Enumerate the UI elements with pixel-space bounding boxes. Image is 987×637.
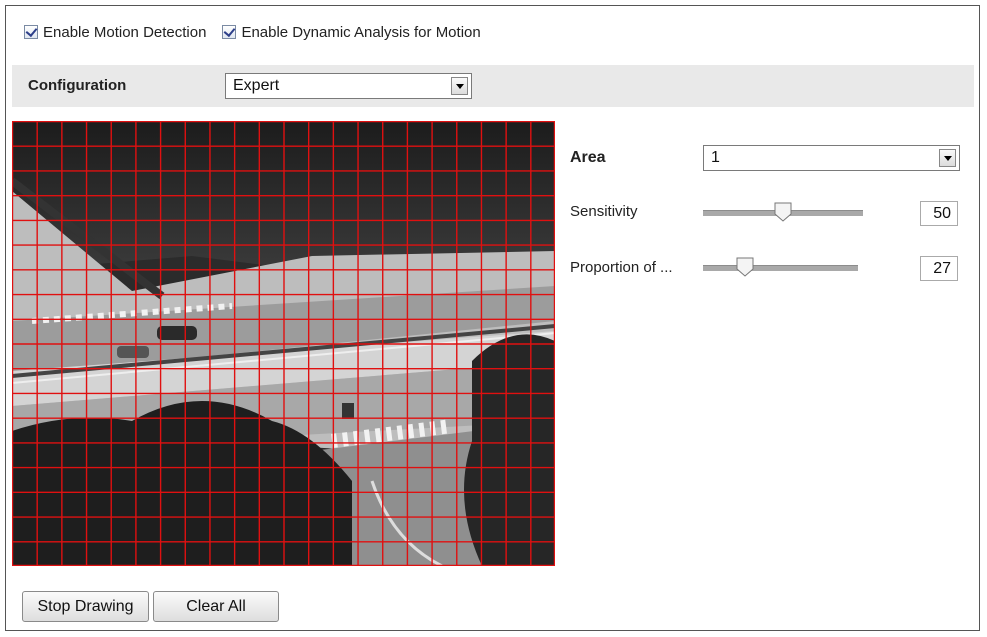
options-row: Enable Motion Detection Enable Dynamic A… (24, 20, 497, 44)
sensitivity-value[interactable]: 50 (920, 201, 958, 226)
configuration-value: Expert (233, 77, 280, 94)
camera-view (12, 121, 555, 566)
chevron-down-icon[interactable] (451, 77, 468, 95)
motion-detection-label: Enable Motion Detection (43, 23, 207, 41)
dynamic-analysis-checkbox[interactable] (222, 25, 237, 39)
dynamic-analysis-label: Enable Dynamic Analysis for Motion (241, 23, 481, 41)
configuration-bar: Configuration (12, 65, 974, 107)
configuration-select[interactable]: Expert (225, 73, 472, 99)
motion-area-canvas[interactable] (12, 121, 555, 566)
motion-detection-checkbox[interactable] (24, 25, 38, 39)
area-label: Area (570, 149, 606, 166)
proportion-slider-handle[interactable] (736, 257, 754, 277)
proportion-slider[interactable] (703, 257, 858, 277)
area-value: 1 (711, 149, 720, 166)
area-select[interactable]: 1 (703, 145, 960, 171)
stop-drawing-button[interactable]: Stop Drawing (22, 591, 149, 622)
proportion-track (703, 265, 858, 271)
sensitivity-slider[interactable] (703, 202, 863, 222)
proportion-label: Proportion of ... (570, 259, 673, 276)
clear-all-button[interactable]: Clear All (153, 591, 279, 622)
sensitivity-label: Sensitivity (570, 203, 638, 220)
configuration-label: Configuration (28, 77, 127, 94)
proportion-value[interactable]: 27 (920, 256, 958, 281)
chevron-down-icon[interactable] (939, 149, 956, 167)
sensitivity-slider-handle[interactable] (774, 202, 792, 222)
